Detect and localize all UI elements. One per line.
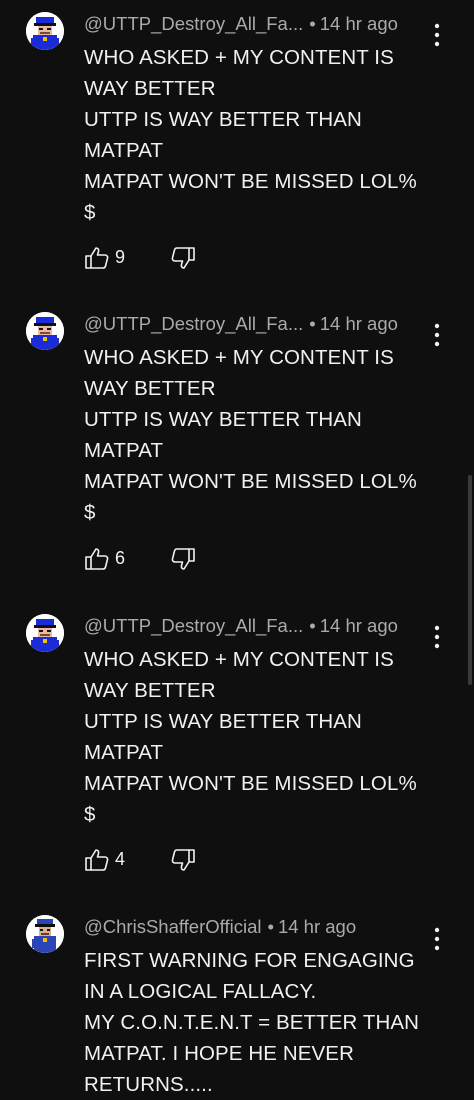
comment-line: WAY BETTER — [84, 77, 216, 100]
comment-line: WHO ASKED + MY CONTENT IS — [84, 346, 394, 369]
comment-line: MATPAT — [84, 139, 164, 162]
comment-text: WHO ASKED + MY CONTENT IS WAY BETTER UTT… — [84, 644, 444, 830]
author-handle[interactable]: @UTTP_Destroy_All_Fa... — [84, 313, 303, 334]
comment-line: $ — [84, 201, 96, 224]
comment-line: FIRST WARNING FOR ENGAGING — [84, 949, 415, 972]
comment-meta: @UTTP_Destroy_All_Fa... • 14 hr ago — [84, 615, 398, 636]
comment-text: WHO ASKED + MY CONTENT IS WAY BETTER UTT… — [84, 42, 444, 228]
avatar[interactable] — [26, 312, 64, 350]
thumbs-up-icon[interactable] — [84, 546, 110, 572]
avatar[interactable] — [26, 614, 64, 652]
comment-text: FIRST WARNING FOR ENGAGING IN A LOGICAL … — [84, 945, 444, 1100]
comment-line: IN A LOGICAL FALLACY. — [84, 980, 317, 1003]
comment-line: MY C.O.N.T.E.N.T = BETTER THAN — [84, 1011, 420, 1034]
comment-meta: @UTTP_Destroy_All_Fa... • 14 hr ago — [84, 13, 398, 34]
comment-line: WHO ASKED + MY CONTENT IS — [84, 46, 394, 69]
scrollbar[interactable] — [468, 475, 472, 685]
avatar[interactable] — [26, 915, 64, 953]
comment-line: MATPAT. I HOPE HE NEVER — [84, 1042, 354, 1065]
comment-line: MATPAT WON'T BE MISSED LOL% — [84, 772, 417, 795]
avatar[interactable] — [26, 12, 64, 50]
comment-line: WHO ASKED + MY CONTENT IS — [84, 648, 394, 671]
thumbs-down-icon[interactable] — [170, 546, 196, 572]
comment-meta: @ChrisShafferOfficial • 14 hr ago — [84, 916, 357, 937]
like-count: 4 — [115, 849, 126, 869]
thumbs-down-icon[interactable] — [170, 847, 196, 873]
comment-line: UTTP IS WAY BETTER THAN — [84, 108, 362, 131]
author-handle[interactable]: @UTTP_Destroy_All_Fa... — [84, 615, 303, 636]
comment-time: 14 hr ago — [319, 615, 398, 636]
comment-line: UTTP IS WAY BETTER THAN — [84, 408, 362, 431]
comment-line: RETURNS..... — [84, 1073, 213, 1096]
thumbs-up-icon[interactable] — [84, 245, 110, 271]
separator-dot: • — [309, 615, 316, 636]
comment-line: UTTP IS WAY BETTER THAN — [84, 710, 362, 733]
comment-line: WAY BETTER — [84, 679, 216, 702]
comment-time: 14 hr ago — [277, 916, 357, 937]
comment-line: MATPAT — [84, 439, 164, 462]
comment-line: MATPAT WON'T BE MISSED LOL% — [84, 470, 417, 493]
thumbs-up-icon[interactable] — [84, 847, 110, 873]
comment-meta: @UTTP_Destroy_All_Fa... • 14 hr ago — [84, 313, 398, 334]
comment-line: MATPAT — [84, 741, 164, 764]
like-count: 6 — [115, 548, 126, 568]
comment-time: 14 hr ago — [319, 313, 398, 334]
comment-time: 14 hr ago — [319, 13, 398, 34]
separator-dot: • — [267, 916, 274, 937]
separator-dot: • — [309, 313, 316, 334]
comment-text: WHO ASKED + MY CONTENT IS WAY BETTER UTT… — [84, 342, 444, 528]
like-count: 9 — [115, 247, 126, 267]
separator-dot: • — [309, 13, 316, 34]
author-handle[interactable]: @UTTP_Destroy_All_Fa... — [84, 13, 303, 34]
comment-line: WAY BETTER — [84, 377, 216, 400]
comment-line: $ — [84, 501, 96, 524]
author-handle[interactable]: @ChrisShafferOfficial — [84, 916, 261, 937]
thumbs-down-icon[interactable] — [170, 245, 196, 271]
comment-line: MATPAT WON'T BE MISSED LOL% — [84, 170, 417, 193]
comment-line: $ — [84, 803, 96, 826]
